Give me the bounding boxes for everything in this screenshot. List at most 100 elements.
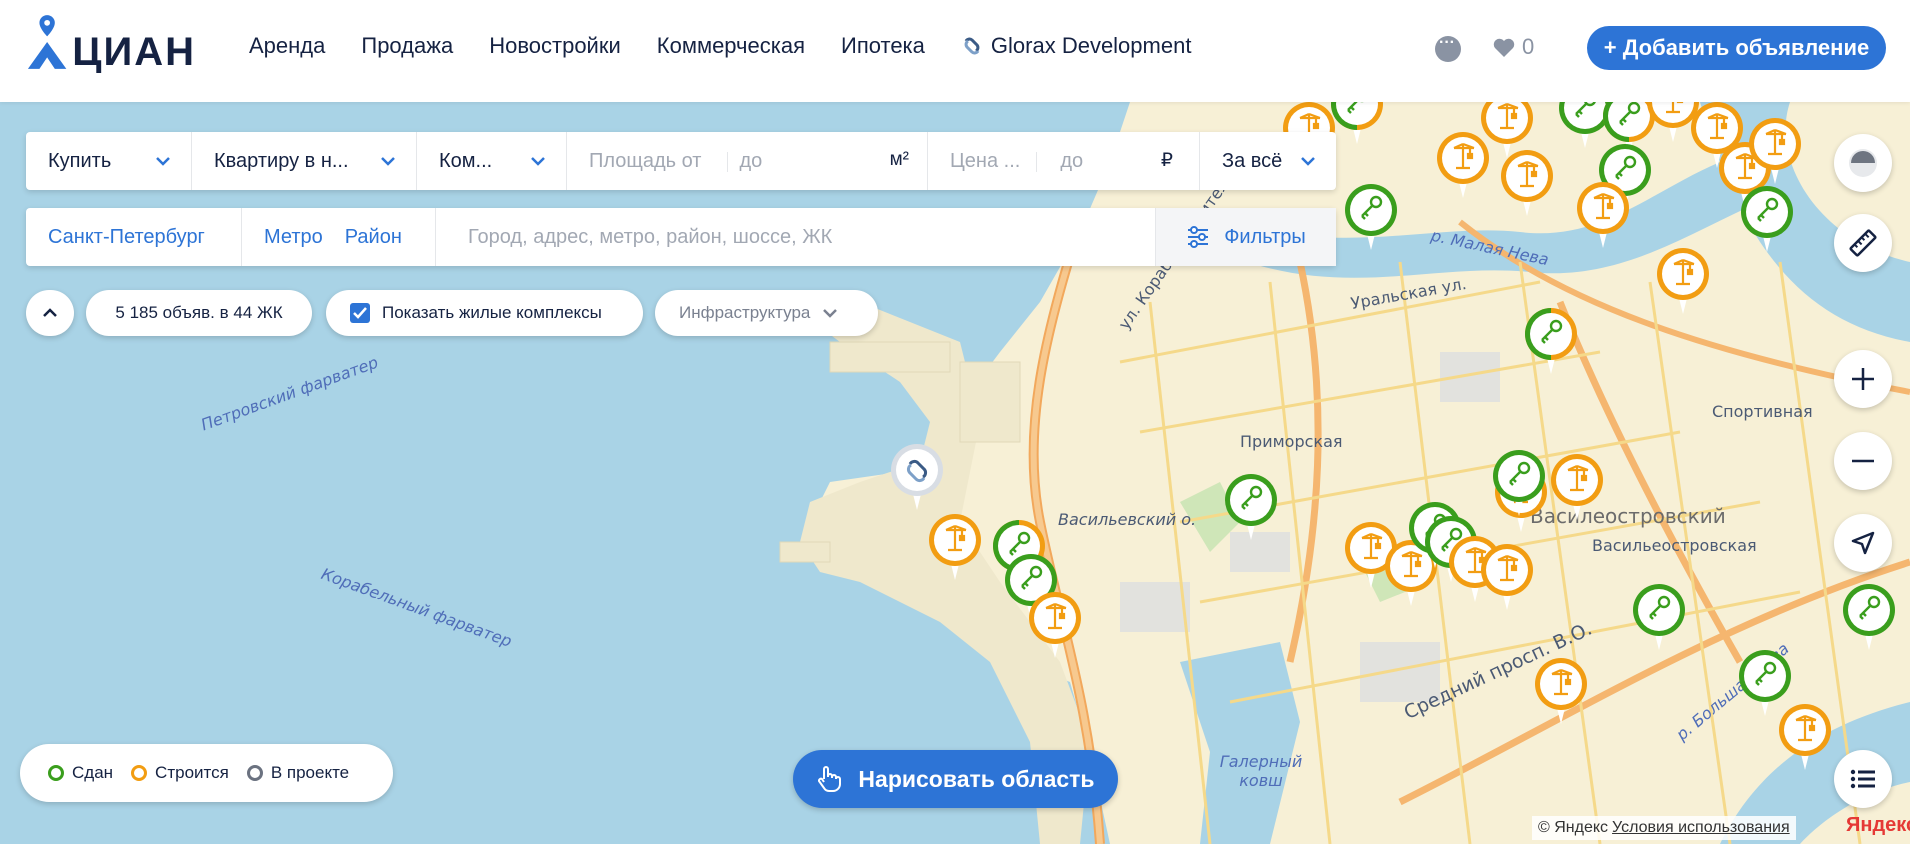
building-marker-icon	[1577, 182, 1629, 248]
status-legend: Сдан Строится В проекте	[20, 744, 393, 802]
district-button[interactable]: Район	[345, 226, 402, 249]
building-marker[interactable]	[1546, 452, 1608, 522]
search-bar-location: Санкт-Петербург Метро Район Город, адрес…	[26, 208, 1336, 266]
building-marker[interactable]	[1496, 148, 1558, 218]
header: ЦИАН Аренда Продажа Новостройки Коммерче…	[0, 0, 1910, 102]
price-unit: ₽	[1160, 150, 1173, 171]
building-marker-icon	[1551, 454, 1603, 520]
price-range: Цена ... до ₽	[928, 132, 1200, 190]
infrastructure-dropdown[interactable]: Инфраструктура	[655, 290, 878, 336]
building-marker[interactable]	[1744, 116, 1806, 186]
area-to-input[interactable]: до	[739, 150, 762, 173]
favorites-count: 0	[1522, 34, 1535, 59]
city-select[interactable]: Санкт-Петербург	[26, 208, 242, 266]
infrastructure-label: Инфраструктура	[679, 303, 811, 322]
completed-marker-icon	[1225, 474, 1277, 540]
chevron-down-icon	[531, 157, 545, 166]
completed-marker-icon	[1493, 450, 1545, 516]
building-marker-icon	[1481, 544, 1533, 610]
logo-text: ЦИАН	[72, 30, 196, 74]
orange-dot-icon	[131, 765, 148, 781]
completed-marker-icon	[1345, 184, 1397, 250]
list-icon	[1850, 769, 1875, 789]
logo-pin-icon	[27, 15, 67, 69]
building-marker[interactable]	[1572, 180, 1634, 250]
deal-type-value: Купить	[48, 149, 112, 172]
chat-icon[interactable]	[1435, 34, 1461, 62]
checkbox-checked[interactable]	[350, 303, 370, 323]
rooms-value: Ком...	[439, 149, 493, 172]
draw-area-label: Нарисовать область	[858, 765, 1095, 792]
completed-marker[interactable]	[1628, 582, 1690, 652]
chevron-down-icon	[1301, 157, 1315, 166]
nav-new-buildings[interactable]: Новостройки	[489, 33, 621, 59]
completed-marker[interactable]	[1838, 582, 1900, 652]
chevron-down-icon	[381, 157, 395, 166]
nav-developer-label: Glorax Development	[990, 33, 1192, 58]
ruler-button[interactable]	[1834, 214, 1892, 272]
label-primorskaya: Приморская	[1240, 432, 1343, 451]
completed-marker[interactable]	[1220, 472, 1282, 542]
price-from-input[interactable]: Цена ...	[950, 150, 1020, 173]
zoom-out-button[interactable]	[1834, 432, 1892, 490]
property-type-select[interactable]: Квартиру в н...	[192, 132, 417, 190]
nav-developer[interactable]: Glorax Development	[961, 33, 1192, 59]
legend-project: В проекте	[246, 763, 349, 783]
building-marker[interactable]	[1652, 246, 1714, 316]
favorites[interactable]: 0	[1492, 34, 1534, 60]
price-mode-select[interactable]: За всё	[1200, 132, 1336, 190]
hand-pointer-icon	[818, 766, 842, 792]
developer-marker-icon	[891, 444, 943, 510]
zoom-in-button[interactable]	[1834, 350, 1892, 408]
ruler-icon	[1849, 229, 1877, 257]
building-marker-icon	[1657, 248, 1709, 314]
mixed-status-marker[interactable]	[1520, 306, 1582, 376]
show-complexes-toggle[interactable]: Показать жилые комплексы	[326, 290, 643, 336]
building-marker[interactable]	[1774, 702, 1836, 772]
address-input[interactable]: Город, адрес, метро, район, шоссе, ЖК	[468, 226, 832, 249]
price-mode-value: За всё	[1222, 149, 1283, 172]
legend-building: Строится	[131, 763, 229, 783]
completed-marker[interactable]	[1340, 182, 1402, 252]
list-view-button[interactable]	[1834, 750, 1892, 808]
add-listing-button[interactable]: + Добавить объявление	[1587, 26, 1886, 70]
developer-marker[interactable]	[886, 442, 948, 512]
legend-done-label: Сдан	[72, 763, 114, 782]
building-marker-icon	[1779, 704, 1831, 770]
draw-area-button[interactable]: Нарисовать область	[793, 750, 1118, 808]
building-marker[interactable]	[1476, 542, 1538, 612]
deal-type-select[interactable]: Купить	[26, 132, 192, 190]
completed-marker[interactable]	[1736, 184, 1798, 254]
terms-link[interactable]: Условия использования	[1612, 819, 1790, 837]
nav-sale[interactable]: Продажа	[361, 33, 453, 59]
search-bar-primary: Купить Квартиру в н... Ком... Площадь от…	[26, 132, 1336, 190]
completed-marker-icon	[1633, 584, 1685, 650]
nav-rent[interactable]: Аренда	[249, 33, 325, 59]
developer-logo-icon	[964, 37, 980, 55]
filters-button[interactable]: Фильтры	[1155, 208, 1336, 266]
copyright-owner: © Яндекс	[1538, 819, 1609, 836]
area-from-input[interactable]: Площадь от	[589, 150, 701, 173]
cian-logo[interactable]: ЦИАН	[26, 12, 196, 74]
gray-dot-icon	[246, 765, 263, 781]
geolocation-button[interactable]	[1834, 514, 1892, 572]
chevron-down-icon	[823, 309, 838, 318]
building-marker[interactable]	[924, 512, 986, 582]
nav-commercial[interactable]: Коммерческая	[657, 33, 805, 59]
metro-button[interactable]: Метро	[264, 226, 323, 249]
label-galerny: Галерный ковш	[1219, 752, 1303, 790]
mixed-status-marker-icon	[1525, 308, 1577, 374]
building-marker-icon	[1029, 592, 1081, 658]
map-layers-button[interactable]	[1834, 134, 1892, 192]
price-to-input[interactable]: до	[1060, 150, 1083, 173]
building-marker[interactable]	[1024, 590, 1086, 660]
heart-icon	[1493, 38, 1515, 57]
plus-icon	[1852, 368, 1874, 390]
building-marker-icon	[1535, 658, 1587, 724]
collapse-button[interactable]	[26, 290, 74, 336]
building-marker[interactable]	[1530, 656, 1592, 726]
nav-mortgage[interactable]: Ипотека	[841, 33, 925, 59]
completed-marker[interactable]	[1488, 448, 1550, 518]
divider	[1036, 152, 1037, 172]
rooms-select[interactable]: Ком...	[417, 132, 567, 190]
